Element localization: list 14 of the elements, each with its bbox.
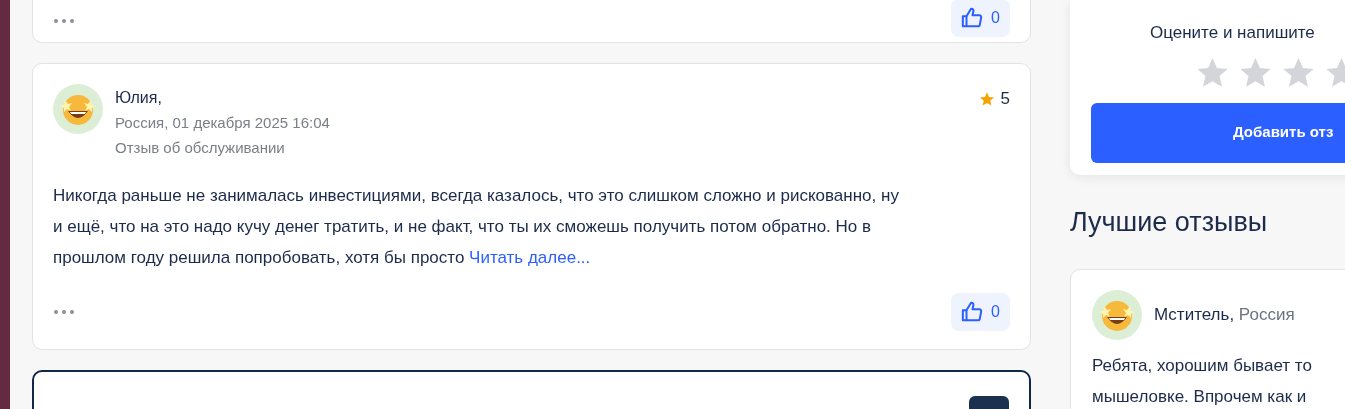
review-text: Ребята, хорошим бывает то мышеловке. Впрочем как и (1092, 354, 1313, 408)
like-button[interactable]: 0 (951, 0, 1010, 37)
rate-prompt: Оцените и напишите (1150, 22, 1316, 44)
author-name: Мститель, (1154, 304, 1235, 324)
section-title: Лучшие отзывы (1070, 206, 1269, 239)
like-button[interactable]: 0 (951, 293, 1010, 331)
author-name: Юлия, (115, 88, 163, 108)
add-review-button[interactable]: Добавить отз (1091, 102, 1345, 163)
author-country: Россия (1238, 304, 1295, 324)
read-more-link[interactable]: Читать далее... (469, 248, 591, 267)
review-text: Никогда раньше не занималась инвестициями, всегда казалось, что это слишком сложно и рискованно, ну и ещё, что на это надо кучу денег тратить, и не факт, что ты их сможешь получить потом обратно. Но в прошлом году решила попробовать, хотя бы просто Читать далее... (53, 185, 900, 269)
rating-value: 5 (1000, 88, 1010, 111)
review-date: Россия, 01 декабря 2025 16:04 (115, 113, 330, 133)
review-category: Отзыв об обслуживании (115, 138, 286, 158)
